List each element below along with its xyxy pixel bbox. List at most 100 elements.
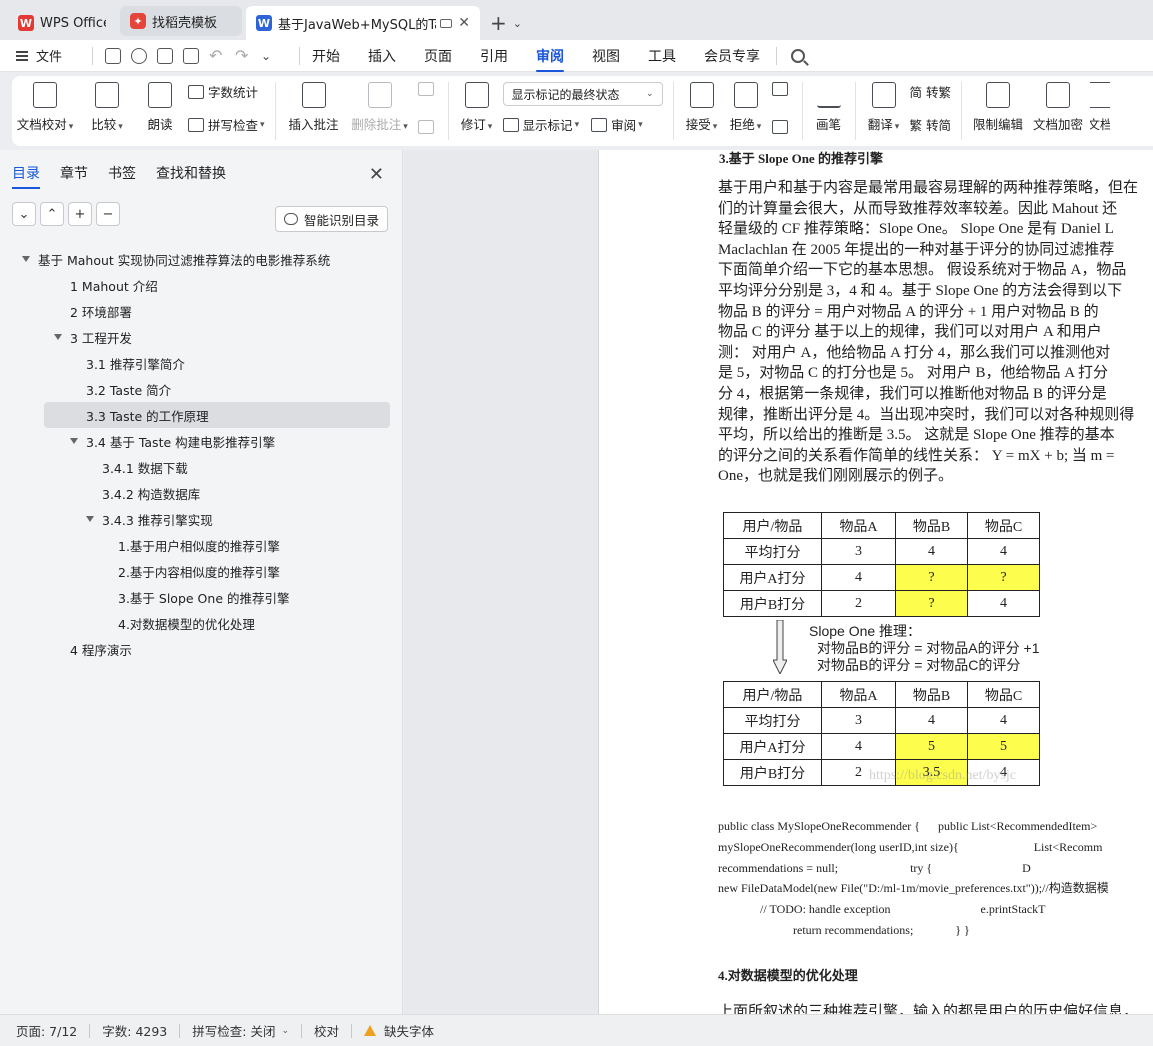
expand-all-button[interactable]: ⌄: [12, 202, 36, 226]
expand-triangle-icon[interactable]: [70, 438, 78, 444]
previous-comment-icon[interactable]: [417, 82, 434, 96]
menu-reference[interactable]: 引用: [480, 40, 508, 72]
expand-triangle-icon[interactable]: [86, 516, 94, 522]
tab-document[interactable]: W 基于JavaWeb+MySQL的Tast ✕: [246, 6, 480, 40]
toc-item[interactable]: 4.对数据模型的优化处理: [0, 610, 403, 636]
spell-check-status[interactable]: 拼写检查: 关闭 ⌄: [192, 1021, 289, 1040]
chevron-down-icon: ▾: [260, 119, 265, 130]
doc-encrypt-button[interactable]: 文档加密: [1030, 82, 1086, 133]
word-count-button[interactable]: 字数统计: [188, 82, 265, 101]
toc-item[interactable]: 3.3 Taste 的工作原理: [44, 402, 390, 428]
toc-item[interactable]: 3.1 推荐引擎简介: [0, 350, 403, 376]
code-line: return recommendations; } }: [718, 922, 970, 937]
close-tab-icon[interactable]: ✕: [458, 15, 470, 31]
toc-item[interactable]: 基于 Mahout 实现协同过滤推荐算法的电影推荐系统: [0, 246, 403, 272]
toc-item[interactable]: 3.4.2 构造数据库: [0, 480, 403, 506]
share-icon[interactable]: [131, 47, 148, 64]
next-comment-icon[interactable]: [417, 120, 434, 134]
review-pane-button[interactable]: 审阅 ▾: [591, 115, 643, 134]
remove-heading-button[interactable]: −: [96, 202, 120, 226]
undo-icon[interactable]: ↶: [209, 47, 225, 64]
tab-bookmarks[interactable]: 书签: [108, 157, 136, 189]
tab-wps-office[interactable]: W WPS Office: [8, 6, 116, 40]
ribbon-toolbar: 文档校对 ▾ 比较 ▾ 朗读 字数统计 拼写检查 ▾ 插入批注 删除批注 ▾ 修订 ▾: [12, 76, 1153, 146]
menu-member[interactable]: 会员专享: [704, 40, 760, 72]
table-header-cell: 用户/物品: [723, 681, 822, 708]
proofread-status[interactable]: 校对: [314, 1021, 339, 1040]
translate-button[interactable]: 翻译 ▾: [864, 82, 904, 133]
menu-review[interactable]: 审阅: [536, 40, 565, 72]
previous-change-icon[interactable]: [771, 82, 788, 96]
toc-item[interactable]: 1 Mahout 介绍: [0, 272, 403, 298]
read-aloud-button[interactable]: 朗读: [138, 82, 182, 133]
pen-button[interactable]: 画笔: [811, 82, 847, 133]
toc-item[interactable]: 3 工程开发: [0, 324, 403, 350]
tab-toc[interactable]: 目录: [12, 157, 40, 189]
menu-insert[interactable]: 插入: [368, 40, 396, 72]
chevron-down-icon: ▾: [574, 119, 580, 130]
search-icon[interactable]: [791, 48, 806, 63]
doc-check-button[interactable]: 文档校对 ▾: [14, 82, 76, 133]
table-header-cell: 物品B: [895, 681, 968, 708]
save-icon[interactable]: [105, 47, 122, 64]
word-count-status[interactable]: 字数: 4293: [102, 1021, 167, 1040]
spell-check-button[interactable]: 拼写检查 ▾: [188, 115, 265, 134]
chevron-down-icon: ⌄: [281, 1025, 289, 1036]
menu-page[interactable]: 页面: [424, 40, 452, 72]
toc-item[interactable]: 3.4.1 数据下载: [0, 454, 403, 480]
toc-item[interactable]: 3.基于 Slope One 的推荐引擎: [0, 584, 403, 610]
delete-comment-button[interactable]: 删除批注 ▾: [348, 82, 412, 133]
doc-more-button[interactable]: 文档: [1090, 82, 1111, 133]
revise-button[interactable]: 修订 ▾: [457, 82, 497, 133]
print-icon[interactable]: [157, 47, 174, 64]
reject-button[interactable]: 拒绝 ▾: [726, 82, 766, 133]
tab-docer-template[interactable]: ✦ 找稻壳模板: [120, 6, 242, 36]
toc-item[interactable]: 2 环境部署: [0, 298, 403, 324]
print-preview-icon[interactable]: [183, 47, 200, 64]
add-heading-button[interactable]: +: [68, 202, 92, 226]
smart-toc-button[interactable]: 智能识别目录: [274, 206, 388, 232]
expand-triangle-icon[interactable]: [22, 256, 30, 262]
toc-item-label: 3.4.3 推荐引擎实现: [102, 512, 213, 528]
expand-triangle-icon[interactable]: [54, 334, 62, 340]
menu-view[interactable]: 视图: [592, 40, 620, 72]
toc-item[interactable]: 1.基于用户相似度的推荐引擎: [0, 532, 403, 558]
to-simplified-button[interactable]: 繁 转简: [910, 115, 951, 134]
tab-label: WPS Office: [40, 15, 106, 31]
close-pane-icon[interactable]: ✕: [369, 164, 384, 185]
insert-comment-button[interactable]: 插入批注: [284, 82, 344, 133]
down-arrow-icon: [773, 620, 787, 674]
document-page[interactable]: 3.基于 Slope One 的推荐引擎 基于用户和基于内容是最常用最容易理解的…: [598, 150, 1153, 1014]
toc-item[interactable]: 4 程序演示: [0, 636, 403, 662]
table-cell: ?: [967, 564, 1040, 591]
accept-button[interactable]: 接受 ▾: [682, 82, 722, 133]
markup-state-select[interactable]: 显示标记的最终状态 ⌄: [502, 82, 663, 106]
document-canvas[interactable]: 3.基于 Slope One 的推荐引擎 基于用户和基于内容是最常用最容易理解的…: [404, 150, 1153, 1014]
divider: [351, 1023, 353, 1038]
to-traditional-button[interactable]: 简 转繁: [910, 82, 951, 101]
chevron-down-icon[interactable]: ⌄: [261, 48, 277, 64]
compare-button[interactable]: 比较 ▾: [80, 82, 134, 133]
file-menu-label: 文件: [36, 50, 63, 65]
show-markup-button[interactable]: 显示标记 ▾: [502, 115, 580, 134]
toc-item[interactable]: 2.基于内容相似度的推荐引擎: [0, 558, 403, 584]
new-tab-button[interactable]: + ⌄: [484, 6, 528, 40]
markup-state-value: 显示标记的最终状态: [511, 87, 620, 102]
menu-tools[interactable]: 工具: [648, 40, 676, 72]
redo-icon[interactable]: ↷: [235, 47, 251, 64]
toc-item[interactable]: 3.4 基于 Taste 构建电影推荐引擎: [0, 428, 403, 454]
toc-item[interactable]: 3.4.3 推荐引擎实现: [0, 506, 403, 532]
restrict-edit-button[interactable]: 限制编辑: [970, 82, 1026, 133]
next-change-icon[interactable]: [771, 120, 788, 134]
page-indicator[interactable]: 页面: 7/12: [16, 1021, 77, 1040]
tab-chapters[interactable]: 章节: [60, 157, 88, 189]
accept-icon: [689, 82, 714, 108]
tab-find-replace[interactable]: 查找和替换: [156, 157, 226, 189]
menu-home[interactable]: 开始: [312, 40, 340, 72]
collapse-all-button[interactable]: ⌃: [40, 202, 64, 226]
screen-icon[interactable]: [440, 18, 453, 28]
chevron-down-icon[interactable]: ⌄: [513, 17, 522, 30]
missing-font-status[interactable]: 缺失字体: [364, 1021, 434, 1040]
file-menu[interactable]: 文件: [16, 46, 62, 65]
toc-item[interactable]: 3.2 Taste 简介: [0, 376, 403, 402]
